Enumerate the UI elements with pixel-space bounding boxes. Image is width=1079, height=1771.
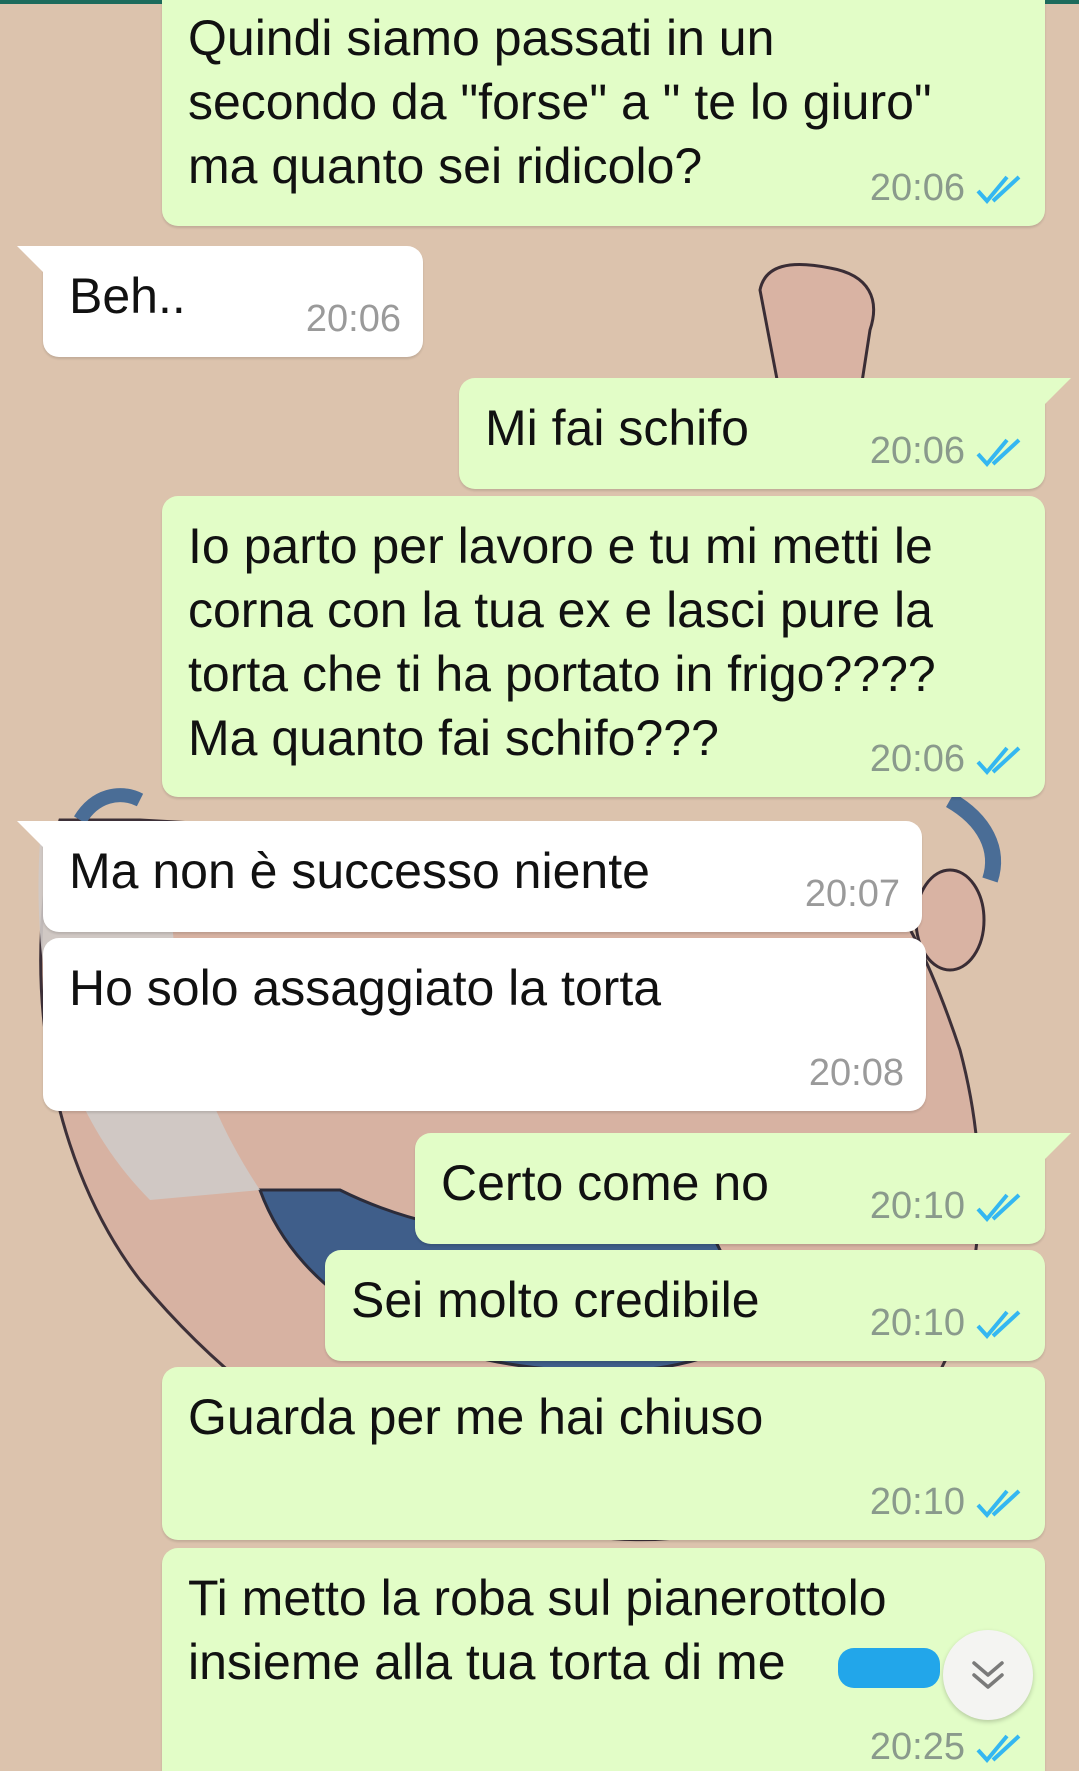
redaction-mark: [838, 1648, 940, 1688]
message-bubble-outgoing[interactable]: Certo come no 20:10: [415, 1133, 1071, 1244]
message-text: Ho solo assaggiato la torta: [69, 960, 662, 1016]
message-meta: 20:10: [870, 1481, 1023, 1524]
scroll-to-bottom-button[interactable]: [943, 1630, 1033, 1720]
message-time: 20:07: [804, 873, 900, 915]
message-time: 20:06: [869, 430, 965, 472]
message-meta: 20:10: [870, 1302, 1023, 1345]
message-time: 20:10: [869, 1185, 965, 1227]
message-text: Guarda per me hai chiuso: [188, 1389, 764, 1445]
double-check-read-icon: [976, 438, 1021, 467]
message-time: 20:06: [869, 738, 965, 780]
message-time: 20:25: [869, 1726, 965, 1768]
message-meta: 20:06: [870, 738, 1023, 781]
message-meta: 20:25: [870, 1726, 1023, 1769]
double-check-read-icon: [976, 1734, 1021, 1763]
message-meta: 20:08: [809, 1052, 904, 1095]
message-bubble-outgoing[interactable]: Guarda per me hai chiuso 20:10: [162, 1367, 1045, 1540]
message-time: 20:10: [869, 1481, 965, 1523]
message-bubble-outgoing[interactable]: Quindi siamo passati in un secondo da "f…: [162, 0, 1045, 226]
double-check-read-icon: [976, 175, 1021, 204]
message-time: 20:08: [808, 1052, 904, 1094]
message-bubble-incoming[interactable]: Ma non è successo niente 20:07: [17, 821, 922, 932]
message-bubble-incoming[interactable]: Ho solo assaggiato la torta 20:08: [43, 938, 926, 1111]
double-chevron-down-icon: [972, 1661, 1004, 1689]
message-text: Ma non è successo niente: [69, 843, 650, 899]
message-meta: 20:06: [306, 298, 401, 341]
double-check-read-icon: [976, 746, 1021, 775]
message-meta: 20:06: [870, 430, 1023, 473]
message-bubble-outgoing[interactable]: Sei molto credibile 20:10: [325, 1250, 1045, 1361]
double-check-read-icon: [976, 1310, 1021, 1339]
message-time: 20:06: [869, 167, 965, 209]
message-meta: 20:07: [805, 873, 900, 916]
message-time: 20:10: [869, 1302, 965, 1344]
message-meta: 20:10: [870, 1185, 1023, 1228]
message-bubble-incoming[interactable]: Beh.. 20:06: [17, 246, 423, 357]
message-bubble-outgoing[interactable]: Io parto per lavoro e tu mi metti le cor…: [162, 496, 1045, 797]
message-time: 20:06: [305, 298, 401, 340]
double-check-read-icon: [976, 1489, 1021, 1518]
double-check-read-icon: [976, 1193, 1021, 1222]
message-meta: 20:06: [870, 167, 1023, 210]
message-bubble-outgoing[interactable]: Mi fai schifo 20:06: [459, 378, 1071, 489]
message-text: Io parto per lavoro e tu mi metti le cor…: [188, 518, 936, 766]
